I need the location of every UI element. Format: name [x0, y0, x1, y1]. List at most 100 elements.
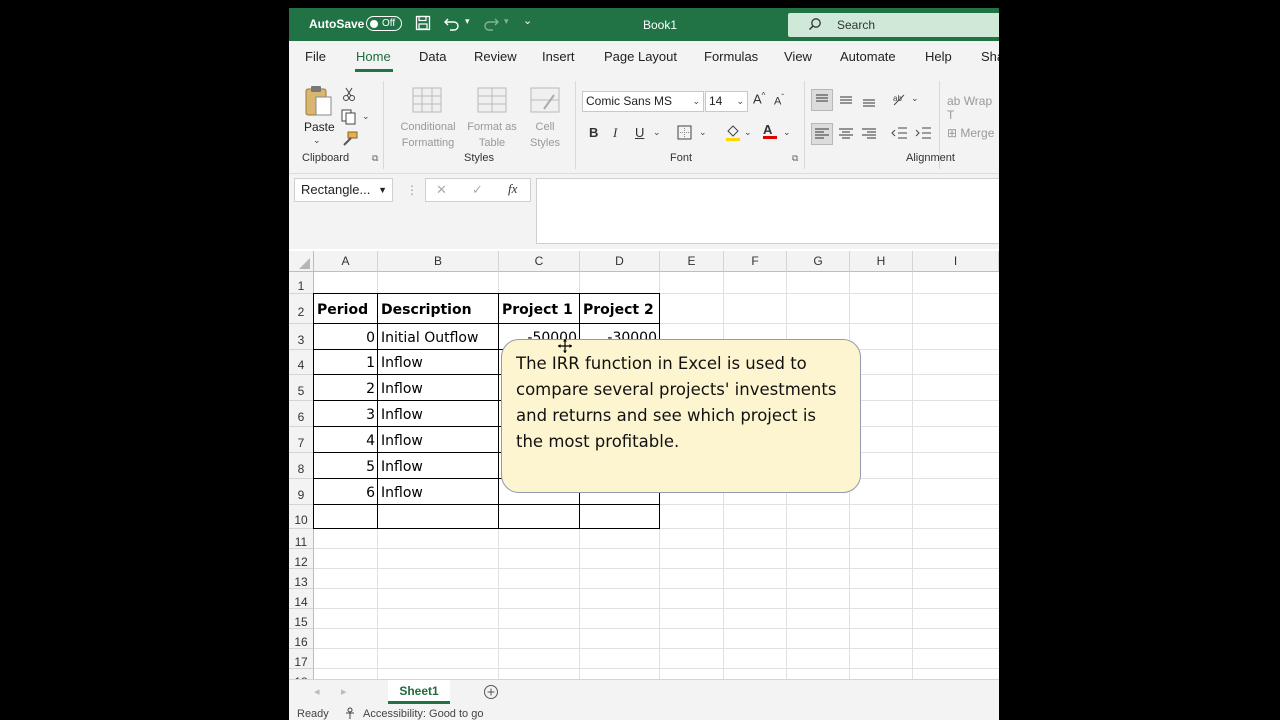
- fill-color-icon[interactable]: [725, 124, 741, 144]
- column-header-b[interactable]: B: [378, 251, 499, 272]
- search-box[interactable]: Search: [788, 13, 999, 37]
- tab-help[interactable]: Help: [925, 49, 952, 64]
- name-box[interactable]: Rectangle... ▼: [294, 178, 393, 202]
- undo-dropdown-icon[interactable]: ▾: [465, 16, 470, 27]
- conditional-formatting-button[interactable]: Conditional Formatting: [393, 119, 463, 151]
- format-as-table-button[interactable]: Format as Table: [462, 119, 522, 151]
- save-icon[interactable]: [415, 15, 431, 34]
- row-header-8[interactable]: 8: [289, 453, 314, 479]
- undo-icon[interactable]: [443, 15, 461, 34]
- sheet-tab-sheet1[interactable]: Sheet1: [388, 680, 450, 704]
- cell-styles-button[interactable]: Cell Styles: [523, 119, 567, 151]
- bold-button[interactable]: B: [589, 125, 598, 140]
- align-center-icon[interactable]: [836, 124, 856, 147]
- row-header-15[interactable]: 15: [289, 609, 314, 629]
- align-left-icon[interactable]: [811, 123, 833, 145]
- font-launcher-icon[interactable]: ⧉: [792, 153, 798, 164]
- tab-home[interactable]: Home: [356, 49, 391, 64]
- orientation-dropdown-icon[interactable]: ⌄: [911, 93, 919, 104]
- increase-font-size-button[interactable]: A^: [753, 91, 765, 106]
- format-as-table-icon[interactable]: [477, 87, 507, 116]
- tab-review[interactable]: Review: [474, 49, 517, 64]
- callout-shape[interactable]: The IRR function in Excel is used to com…: [501, 339, 861, 493]
- row-header-2[interactable]: 2: [289, 294, 314, 324]
- column-header-i[interactable]: I: [913, 251, 999, 272]
- table-cell-period[interactable]: 6: [317, 479, 375, 505]
- font-name-select[interactable]: Comic Sans MS ⌄: [582, 91, 704, 112]
- table-cell-period[interactable]: 3: [317, 401, 375, 427]
- cancel-icon[interactable]: ✕: [436, 182, 447, 198]
- row-header-3[interactable]: 3: [289, 324, 314, 350]
- tab-automate[interactable]: Automate: [840, 49, 896, 64]
- orientation-icon[interactable]: ab: [892, 91, 908, 110]
- tab-formulas[interactable]: Formulas: [704, 49, 758, 64]
- table-cell-description[interactable]: Initial Outflow: [381, 324, 496, 350]
- customize-toolbar-icon[interactable]: ⌄: [523, 14, 532, 27]
- align-right-icon[interactable]: [859, 124, 879, 147]
- clipboard-launcher-icon[interactable]: ⧉: [372, 153, 378, 164]
- table-cell-period[interactable]: 0: [317, 324, 375, 350]
- table-cell-period[interactable]: 4: [317, 427, 375, 453]
- decrease-indent-icon[interactable]: [890, 124, 908, 145]
- borders-dropdown-icon[interactable]: ⌄: [699, 127, 707, 138]
- column-header-d[interactable]: D: [580, 251, 660, 272]
- tab-file[interactable]: File: [305, 49, 326, 64]
- decrease-font-size-button[interactable]: Aˇ: [774, 93, 784, 108]
- font-color-dropdown-icon[interactable]: ⌄: [783, 127, 791, 138]
- table-cell-description[interactable]: Inflow: [381, 375, 496, 401]
- top-align-icon[interactable]: [811, 89, 833, 111]
- column-header-e[interactable]: E: [660, 251, 724, 272]
- table-cell-description[interactable]: Inflow: [381, 479, 496, 505]
- column-header-c[interactable]: C: [499, 251, 580, 272]
- row-header-13[interactable]: 13: [289, 569, 314, 589]
- paste-icon[interactable]: [304, 85, 334, 120]
- row-header-6[interactable]: 6: [289, 401, 314, 427]
- increase-indent-icon[interactable]: [914, 124, 932, 145]
- accessibility-status[interactable]: Accessibility: Good to go: [363, 708, 483, 720]
- add-sheet-icon[interactable]: [483, 684, 499, 705]
- table-cell-description[interactable]: Inflow: [381, 350, 496, 375]
- row-header-12[interactable]: 12: [289, 549, 314, 569]
- scroll-left-icon[interactable]: ◂: [314, 685, 320, 698]
- row-header-14[interactable]: 14: [289, 589, 314, 609]
- select-all-corner[interactable]: [289, 251, 314, 272]
- row-header-7[interactable]: 7: [289, 427, 314, 453]
- table-cell-period[interactable]: 1: [317, 350, 375, 375]
- tab-page-layout[interactable]: Page Layout: [604, 49, 677, 64]
- borders-icon[interactable]: [677, 125, 692, 143]
- row-header-1[interactable]: 1: [289, 272, 314, 294]
- table-cell-period[interactable]: 2: [317, 375, 375, 401]
- merge-button[interactable]: ⊞ Merge: [947, 126, 994, 140]
- table-cell-description[interactable]: Inflow: [381, 453, 496, 479]
- column-header-h[interactable]: H: [850, 251, 913, 272]
- table-header-cell[interactable]: Project 1: [502, 294, 577, 324]
- format-painter-icon[interactable]: [342, 131, 358, 150]
- autosave-toggle[interactable]: Off: [366, 16, 402, 31]
- row-header-18[interactable]: 18: [289, 669, 314, 679]
- copy-dropdown-icon[interactable]: ⌄: [362, 111, 370, 122]
- row-header-5[interactable]: 5: [289, 375, 314, 401]
- fill-color-dropdown-icon[interactable]: ⌄: [744, 127, 752, 138]
- table-cell-description[interactable]: Inflow: [381, 401, 496, 427]
- paste-label[interactable]: Paste: [304, 120, 335, 134]
- tab-data[interactable]: Data: [419, 49, 446, 64]
- row-header-4[interactable]: 4: [289, 350, 314, 375]
- row-header-16[interactable]: 16: [289, 629, 314, 649]
- worksheet-grid[interactable]: ABCDEFGHI 123456789101112131415161718 Pe…: [289, 251, 999, 679]
- table-header-cell[interactable]: Period: [317, 294, 375, 324]
- middle-align-icon[interactable]: [836, 90, 856, 113]
- cut-icon[interactable]: [342, 87, 356, 104]
- tab-share[interactable]: Sha: [981, 49, 999, 64]
- copy-icon[interactable]: [341, 109, 357, 128]
- column-header-f[interactable]: F: [724, 251, 787, 272]
- table-cell-description[interactable]: Inflow: [381, 427, 496, 453]
- table-header-cell[interactable]: Description: [381, 294, 496, 324]
- font-size-select[interactable]: 14 ⌄: [705, 91, 748, 112]
- column-header-g[interactable]: G: [787, 251, 850, 272]
- row-header-9[interactable]: 9: [289, 479, 314, 505]
- row-header-11[interactable]: 11: [289, 529, 314, 549]
- table-cell-period[interactable]: 5: [317, 453, 375, 479]
- scroll-right-icon[interactable]: ▸: [341, 685, 347, 698]
- column-header-a[interactable]: A: [314, 251, 378, 272]
- formula-input[interactable]: [536, 178, 999, 244]
